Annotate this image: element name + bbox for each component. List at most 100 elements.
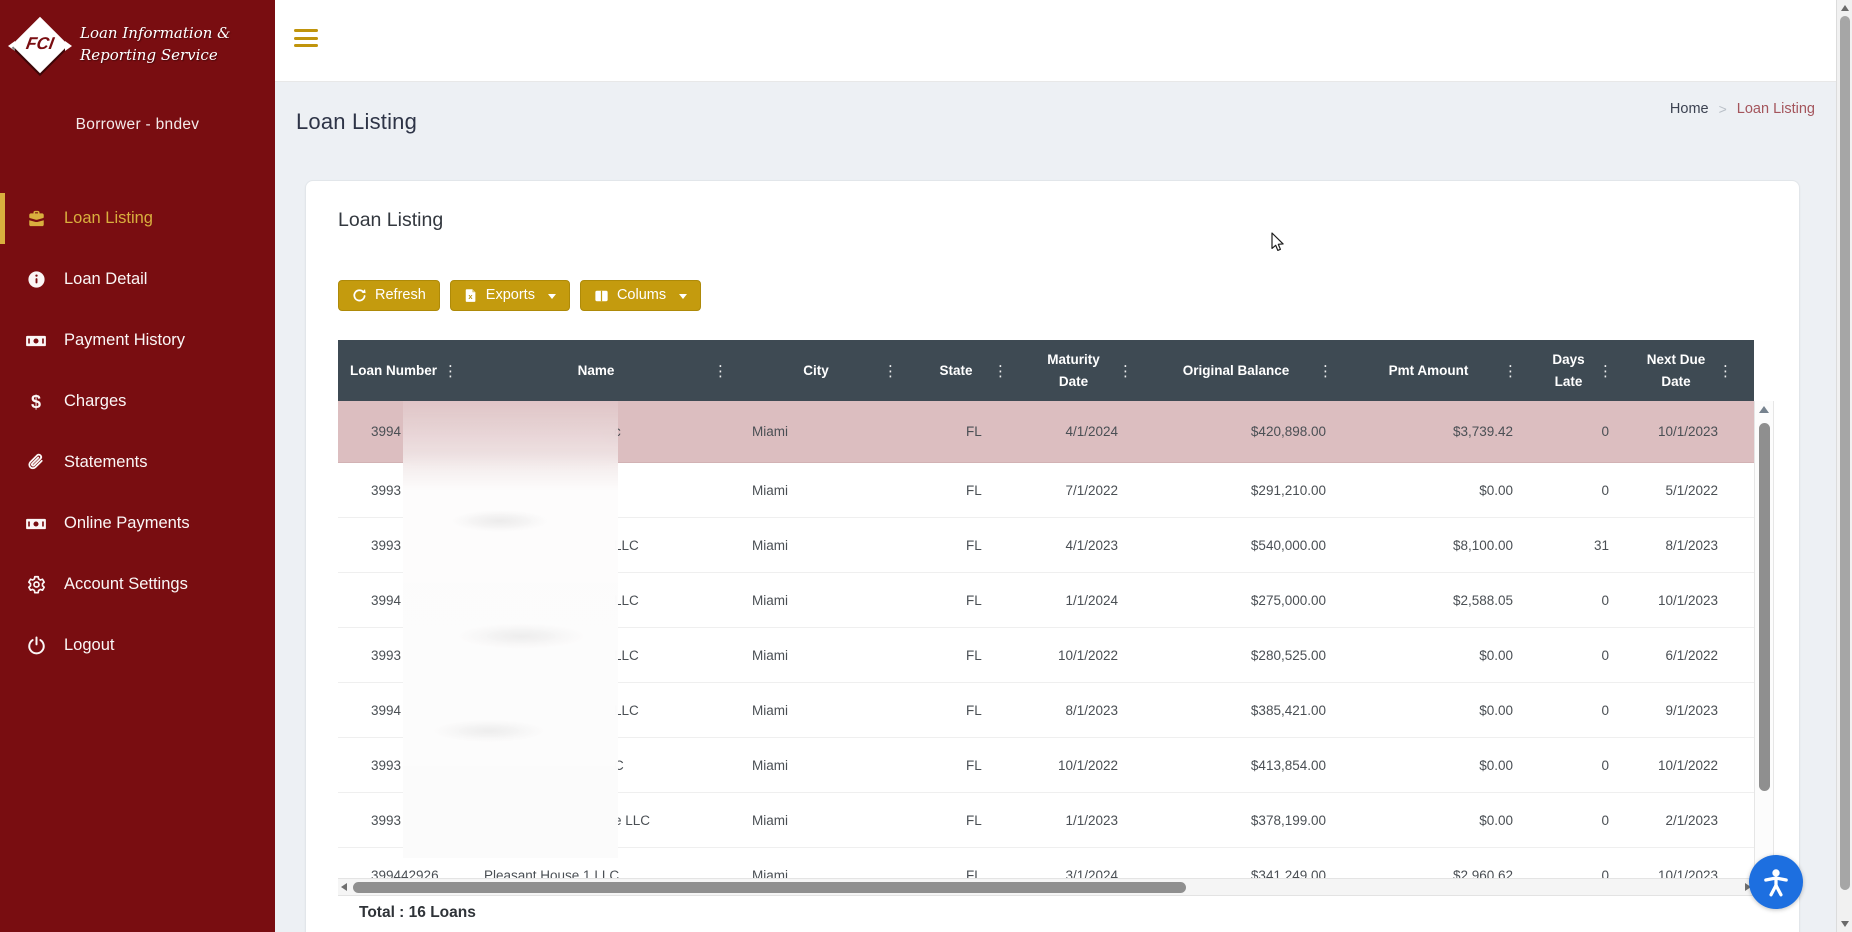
column-header-original-balance[interactable]: Original Balance ⋮: [1136, 340, 1336, 401]
sidebar-item-loan-detail[interactable]: Loan Detail: [0, 249, 275, 310]
money-bill-icon: [25, 330, 47, 352]
cell-next-due: 5/1/2022: [1665, 482, 1718, 498]
exports-dropdown-button[interactable]: x Exports: [449, 280, 570, 311]
column-menu-icon[interactable]: ⋮: [1118, 362, 1133, 380]
column-header-label: Days Late: [1552, 351, 1585, 389]
cell-days-late: 0: [1601, 867, 1609, 879]
cell-state: FL: [966, 702, 982, 718]
sidebar-item-logout[interactable]: Logout: [0, 615, 275, 676]
cell-pmt-amount: $8,100.00: [1452, 537, 1513, 553]
cell-city: Miami: [752, 647, 788, 663]
cell-pmt-amount: $0.00: [1479, 702, 1513, 718]
cell-note-rate: [1736, 628, 1754, 682]
cell-city: Miami: [752, 702, 788, 718]
cell-maturity: 4/1/2023: [1065, 537, 1118, 553]
refresh-button[interactable]: Refresh: [338, 280, 440, 311]
cell-note-rate: [1736, 518, 1754, 572]
cell-next-due: 10/1/2023: [1657, 867, 1718, 879]
page-scroll-up-arrow-icon[interactable]: [1840, 5, 1849, 11]
page-scroll-thumb[interactable]: [1839, 16, 1850, 890]
cell-city: Miami: [752, 867, 788, 879]
scroll-up-arrow-icon[interactable]: [1759, 406, 1769, 413]
cell-pmt-amount: $3,739.42: [1452, 424, 1513, 439]
column-menu-icon[interactable]: ⋮: [1318, 362, 1333, 380]
column-menu-icon[interactable]: ⋮: [1598, 362, 1613, 380]
breadcrumb-separator: >: [1718, 101, 1727, 117]
columns-dropdown-button[interactable]: Colums: [579, 280, 702, 311]
cell-maturity: 8/1/2023: [1065, 702, 1118, 718]
horizontal-scroll-thumb[interactable]: [353, 882, 1186, 893]
svg-text:$: $: [31, 392, 41, 412]
column-menu-icon[interactable]: ⋮: [883, 362, 898, 380]
cell-days-late: 0: [1601, 592, 1609, 608]
vertical-scroll-thumb[interactable]: [1758, 423, 1770, 791]
column-menu-icon[interactable]: ⋮: [443, 362, 458, 380]
cell-days-late: 0: [1601, 482, 1609, 498]
sidebar-item-label: Logout: [64, 636, 115, 654]
sidebar-item-charges[interactable]: $ Charges: [0, 371, 275, 432]
sidebar-item-account-settings[interactable]: Account Settings: [0, 554, 275, 615]
table-columns-icon: [594, 289, 609, 303]
column-header-state[interactable]: State ⋮: [901, 340, 1011, 401]
cell-maturity: 1/1/2023: [1065, 812, 1118, 828]
cell-maturity: 3/1/2024: [1065, 867, 1118, 879]
excel-file-icon: x: [464, 288, 478, 303]
cell-state: FL: [966, 592, 982, 608]
redacted-names-blur: [403, 401, 618, 858]
sidebar-item-online-payments[interactable]: Online Payments: [0, 493, 275, 554]
briefcase-icon: [25, 208, 47, 230]
column-header-label: Original Balance: [1182, 362, 1290, 378]
cell-pmt-amount: $0.00: [1479, 482, 1513, 498]
sidebar-item-label: Account Settings: [64, 575, 188, 593]
column-header-name[interactable]: Name ⋮: [461, 340, 731, 401]
table-toolbar: Refresh x Exports Colums: [338, 280, 702, 311]
borrower-name: e LLC: [614, 812, 651, 828]
cell-state: FL: [966, 867, 982, 879]
sidebar-item-label: Loan Detail: [64, 270, 148, 288]
hamburger-menu-icon[interactable]: [294, 29, 318, 52]
cell-days-late: 0: [1601, 702, 1609, 718]
refresh-icon: [352, 288, 367, 303]
info-circle-icon: [25, 269, 47, 291]
cell-original-balance: $413,854.00: [1250, 757, 1326, 773]
cell-next-due: 8/1/2023: [1665, 537, 1718, 553]
cell-maturity: 7/1/2022: [1065, 482, 1118, 498]
column-header-next-due-date[interactable]: Next Due Date ⋮: [1616, 340, 1736, 401]
topbar: [275, 0, 1852, 82]
column-header-loan-number[interactable]: Loan Number ⋮: [338, 340, 461, 401]
sidebar-item-label: Statements: [64, 453, 148, 471]
logo-tagline: Loan Information & Reporting Service: [80, 24, 231, 64]
column-menu-icon[interactable]: ⋮: [1718, 362, 1733, 380]
column-header-label: State: [939, 362, 973, 378]
page-scroll-down-arrow-icon[interactable]: [1840, 921, 1849, 927]
dollar-icon: $: [25, 391, 47, 413]
app-logo: FCI Loan Information & Reporting Service: [8, 8, 265, 82]
accessibility-person-icon: [1764, 869, 1788, 897]
column-header-note-rate[interactable]: Note Rate⋮: [1736, 340, 1754, 401]
sidebar-item-loan-listing[interactable]: Loan Listing: [0, 188, 275, 249]
sidebar-item-statements[interactable]: Statements: [0, 432, 275, 493]
column-header-pmt-amount[interactable]: Pmt Amount ⋮: [1336, 340, 1521, 401]
accessibility-widget-button[interactable]: [1749, 855, 1803, 909]
loan-table: Loan Number ⋮ Name ⋮ City ⋮ State ⋮ Maturity Dat…: [338, 340, 1776, 896]
scroll-left-arrow-icon[interactable]: [341, 883, 347, 891]
column-menu-icon[interactable]: ⋮: [1503, 362, 1518, 380]
cell-original-balance: $385,421.00: [1250, 702, 1326, 718]
table-horizontal-scrollbar[interactable]: [338, 878, 1754, 895]
columns-button-label: Colums: [616, 287, 667, 304]
cell-city: Miami: [752, 424, 788, 439]
power-icon: [25, 635, 47, 657]
column-header-label: Loan Number: [350, 362, 438, 378]
column-header-label: City: [803, 362, 829, 378]
breadcrumb-home-link[interactable]: Home: [1670, 101, 1709, 117]
column-menu-icon[interactable]: ⋮: [993, 362, 1008, 380]
page-scrollbar[interactable]: [1836, 0, 1852, 932]
column-header-days-late[interactable]: Days Late ⋮: [1521, 340, 1616, 401]
column-header-city[interactable]: City ⋮: [731, 340, 901, 401]
column-menu-icon[interactable]: ⋮: [713, 362, 728, 380]
sidebar-item-payment-history[interactable]: Payment History: [0, 310, 275, 371]
exports-button-label: Exports: [485, 287, 535, 304]
table-vertical-scrollbar[interactable]: [1754, 401, 1774, 895]
cell-city: Miami: [752, 537, 788, 553]
column-header-maturity-date[interactable]: Maturity Date ⋮: [1011, 340, 1136, 401]
